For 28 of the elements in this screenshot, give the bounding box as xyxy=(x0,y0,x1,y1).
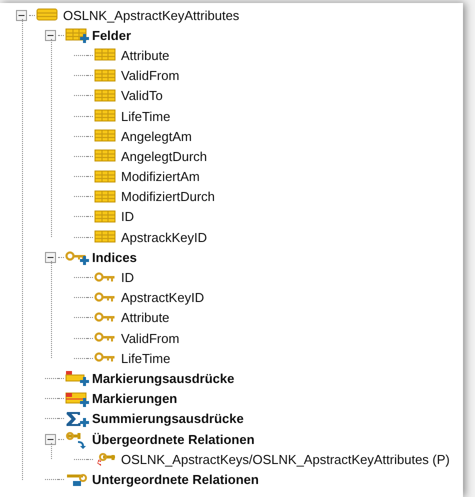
tree-item[interactable]: Markierungsausdrücke xyxy=(92,370,234,386)
collapse-toggle[interactable] xyxy=(45,252,56,263)
tree-item[interactable]: ID xyxy=(121,209,134,224)
tree-item[interactable]: ApstrackKeyID xyxy=(121,230,207,245)
collapse-toggle[interactable] xyxy=(45,30,56,41)
tree-item[interactable]: ApstractKeyID xyxy=(121,290,204,306)
tree-item[interactable]: AngelegtDurch xyxy=(121,148,207,164)
tree-item[interactable]: AngelegtAm xyxy=(121,128,192,144)
tree-item[interactable]: Übergeordnete Relationen xyxy=(92,432,255,447)
tree-item[interactable]: ModifiziertDurch xyxy=(121,189,215,204)
tree-item[interactable]: Markierungen xyxy=(92,391,178,406)
tree-item[interactable]: ModifiziertAm xyxy=(121,169,200,184)
tree-item[interactable]: ValidFrom xyxy=(121,68,180,84)
tree-item[interactable]: ValidTo xyxy=(121,88,163,104)
tree-item[interactable]: ValidFrom xyxy=(121,330,180,346)
tree-item[interactable]: Indices xyxy=(92,250,137,265)
tree-item[interactable]: LifeTime xyxy=(121,108,170,124)
tree-item[interactable]: Felder xyxy=(92,28,132,43)
tree-item[interactable]: Attribute xyxy=(121,310,170,326)
tree-item[interactable]: ID xyxy=(121,270,134,286)
tree-item[interactable]: OSLNK_ApstractKeys/OSLNK_ApstractKeyAttributes (P) xyxy=(121,452,450,467)
collapse-toggle[interactable] xyxy=(45,434,56,445)
collapse-toggle[interactable] xyxy=(16,10,27,21)
tree-item[interactable]: Untergeordnete Relationen xyxy=(92,472,259,487)
tree-item[interactable]: LifeTime xyxy=(121,350,170,366)
tree-item[interactable]: OSLNK_ApstractKeyAttributes xyxy=(63,8,240,23)
tree-item[interactable]: Attribute xyxy=(121,48,170,63)
tree-item[interactable]: Summierungsausdrücke xyxy=(92,411,244,426)
